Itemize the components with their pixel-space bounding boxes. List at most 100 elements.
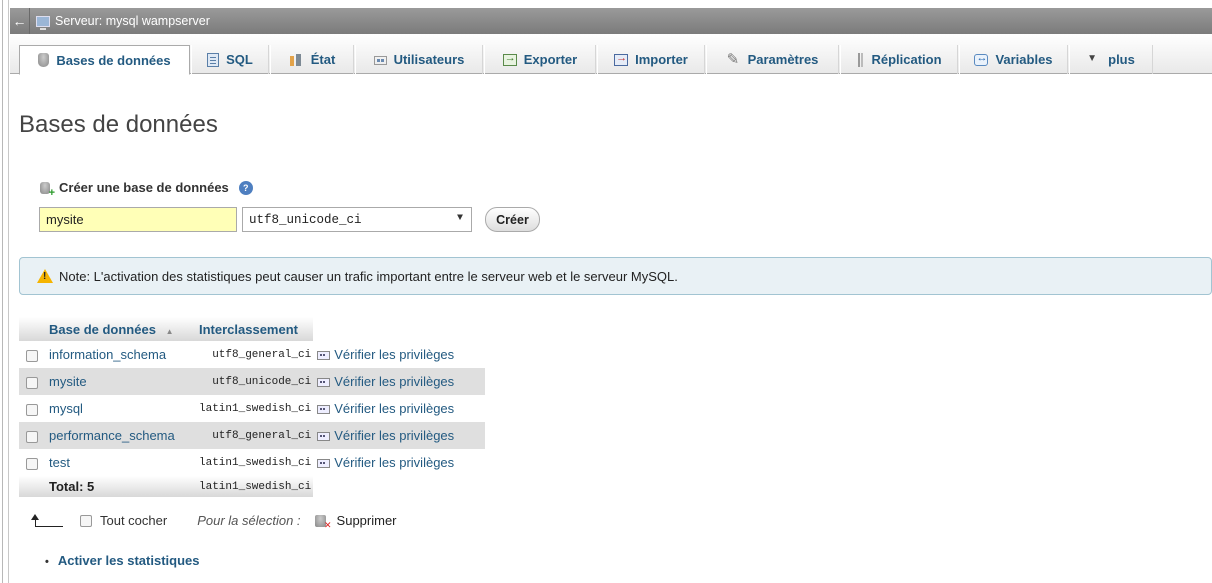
notice-text: Note: L'activation des statistiques peut… [59, 268, 678, 284]
replication-icon [856, 52, 864, 67]
tab-variables[interactable]: Variables [959, 45, 1068, 74]
help-icon[interactable]: ? [238, 180, 253, 195]
privileges-icon [317, 432, 331, 442]
collation-select[interactable]: utf8_unicode_ci ▼ [242, 207, 472, 232]
collation-value: latin1_swedish_ci [195, 449, 314, 476]
collation-selected-value: utf8_unicode_ci [249, 212, 362, 227]
server-title[interactable]: Serveur: mysql wampserver [55, 14, 210, 28]
tab-export[interactable]: Exporter [484, 45, 596, 74]
warning-icon [37, 269, 53, 283]
check-all-checkbox[interactable] [80, 514, 92, 527]
tab-label: Utilisateurs [393, 52, 465, 67]
tab-sql[interactable]: SQL [191, 45, 269, 74]
row-checkbox[interactable] [26, 349, 38, 362]
row-checkbox[interactable] [26, 403, 38, 416]
check-privileges-link[interactable]: Vérifier les privilèges [313, 341, 485, 368]
for-selection-label: Pour la sélection : [197, 513, 301, 528]
import-icon [614, 52, 629, 66]
activate-statistics-item: • Activer les statistiques [45, 553, 199, 568]
table-row: mysite utf8_unicode_ci Vérifier les priv… [19, 368, 485, 395]
database-link[interactable]: mysql [45, 395, 195, 422]
collation-value: utf8_general_ci [195, 422, 314, 449]
privileges-label: Vérifier les privilèges [334, 428, 455, 443]
privileges-label: Vérifier les privilèges [334, 455, 455, 470]
arrow-up-icon [30, 513, 66, 528]
status-icon [289, 53, 304, 67]
privileges-label: Vérifier les privilèges [334, 347, 455, 362]
wrench-icon [727, 50, 741, 68]
create-database-button[interactable]: Créer [485, 207, 540, 232]
privileges-label: Vérifier les privilèges [334, 374, 455, 389]
create-database-label: Créer une base de données [59, 180, 229, 195]
tab-label: Variables [995, 52, 1053, 67]
tab-label: SQL [226, 52, 253, 67]
database-link[interactable]: mysite [45, 368, 195, 395]
header-actions [313, 317, 485, 341]
tab-databases[interactable]: Bases de données [19, 45, 190, 75]
privileges-icon [317, 459, 331, 469]
table-row: mysql latin1_swedish_ci Vérifier les pri… [19, 395, 485, 422]
tab-replication[interactable]: Réplication [840, 45, 958, 74]
check-all-label[interactable]: Tout cocher [100, 513, 167, 528]
check-privileges-link[interactable]: Vérifier les privilèges [313, 422, 485, 449]
privileges-icon [317, 351, 331, 361]
main-tabs: Bases de données SQL État Utilisateurs E… [10, 34, 1212, 75]
server-breadcrumb-bar: ← Serveur: mysql wampserver [10, 8, 1212, 34]
database-add-icon [39, 181, 55, 199]
row-checkbox[interactable] [26, 457, 38, 470]
variables-icon [974, 52, 989, 66]
tab-import[interactable]: Importer [597, 45, 705, 74]
check-privileges-link[interactable]: Vérifier les privilèges [313, 395, 485, 422]
table-header-row: Base de données ▲ Interclassement [19, 317, 485, 341]
collation-value: utf8_general_ci [195, 341, 314, 368]
tab-label: Paramètres [747, 52, 819, 67]
activate-statistics-link[interactable]: Activer les statistiques [58, 553, 200, 568]
tab-label: Exporter [523, 52, 578, 67]
drop-database-icon[interactable] [314, 514, 332, 531]
check-privileges-link[interactable]: Vérifier les privilèges [313, 449, 485, 476]
header-collation[interactable]: Interclassement [195, 317, 314, 341]
create-database-heading: Créer une base de données ? [39, 180, 253, 199]
users-icon [373, 56, 387, 65]
selection-bar: Tout cocher Pour la sélection : Supprime… [30, 513, 397, 531]
collapse-arrow-icon[interactable]: ← [10, 8, 30, 34]
privileges-icon [317, 378, 331, 388]
header-database[interactable]: Base de données ▲ [45, 317, 195, 341]
check-privileges-link[interactable]: Vérifier les privilèges [313, 368, 485, 395]
database-link[interactable]: performance_schema [45, 422, 195, 449]
tab-settings[interactable]: Paramètres [706, 45, 839, 74]
total-label: Total: 5 [45, 476, 195, 497]
database-link[interactable]: test [45, 449, 195, 476]
tab-status[interactable]: État [270, 45, 354, 74]
privileges-label: Vérifier les privilèges [334, 401, 455, 416]
header-checkbox-col [19, 317, 45, 341]
tab-label: Réplication [871, 52, 942, 67]
tab-more[interactable]: plus [1069, 45, 1153, 74]
databases-table: Base de données ▲ Interclassement inform… [19, 317, 485, 497]
header-database-label: Base de données [49, 321, 156, 337]
delete-button[interactable]: Supprimer [337, 513, 397, 528]
page-title: Bases de données [19, 111, 218, 138]
collation-value: utf8_unicode_ci [195, 368, 314, 395]
export-icon [502, 52, 517, 66]
sort-ascending-icon: ▲ [165, 326, 174, 336]
row-checkbox[interactable] [26, 376, 38, 389]
privileges-icon [317, 405, 331, 415]
triangle-down-icon [1087, 53, 1101, 67]
server-icon [36, 15, 50, 30]
total-collation: latin1_swedish_ci [195, 476, 314, 497]
table-row: performance_schema utf8_general_ci Vérif… [19, 422, 485, 449]
row-checkbox[interactable] [26, 430, 38, 443]
table-row: test latin1_swedish_ci Vérifier les priv… [19, 449, 485, 476]
tab-label: État [310, 52, 336, 67]
tab-label: plus [1108, 52, 1135, 67]
tab-label: Importer [635, 52, 688, 67]
database-icon [38, 53, 50, 67]
database-name-input[interactable] [39, 207, 237, 232]
bullet-icon: • [45, 556, 49, 568]
database-link[interactable]: information_schema [45, 341, 195, 368]
table-row: information_schema utf8_general_ci Vérif… [19, 341, 485, 368]
table-total-row: Total: 5 latin1_swedish_ci [19, 476, 485, 497]
tab-label: Bases de données [56, 52, 171, 68]
tab-users[interactable]: Utilisateurs [355, 45, 483, 74]
